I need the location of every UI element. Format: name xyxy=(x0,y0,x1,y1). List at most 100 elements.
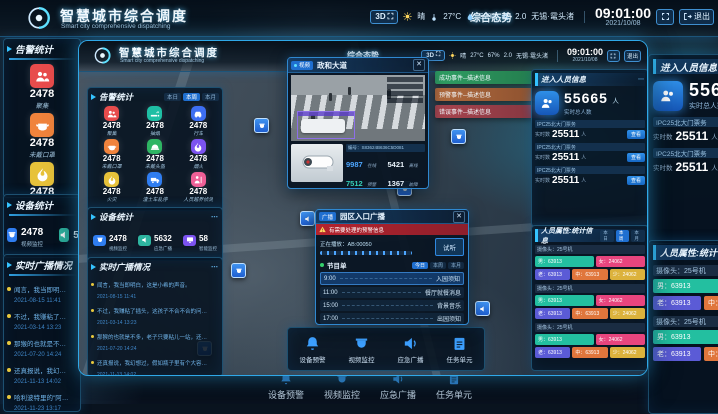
program-row[interactable]: 9:00入园须知 xyxy=(320,272,464,285)
device-alert-tool[interactable]: 设备预警 xyxy=(268,372,304,401)
people-row[interactable]: IPC25北大门票务 实时数25511人 查看 xyxy=(535,166,645,186)
device-stat[interactable]: 5632应急广播 xyxy=(138,228,172,252)
device-stat[interactable]: 58智能监控 xyxy=(183,228,217,252)
device-stat[interactable]: 2478视频监控 xyxy=(93,228,127,252)
alarm-card[interactable]: 2478行车 xyxy=(178,106,219,137)
emergency-broadcast-tool[interactable]: 应急广播 xyxy=(380,372,416,401)
error-toast[interactable]: 错误事件--描述信息› xyxy=(435,105,545,118)
alarm-card[interactable]: 2478人员越界侦测 xyxy=(178,172,219,203)
attr-tag[interactable]: 男：63913 xyxy=(535,295,594,306)
tab-week[interactable]: 本周 xyxy=(430,262,446,269)
tab-month[interactable]: 本月 xyxy=(631,230,645,242)
camera-marker[interactable] xyxy=(231,263,246,278)
view-mode-toggle[interactable]: 3D⛶ xyxy=(370,10,398,24)
broadcast-item[interactable]: 不过，我赚粘了插头，这孩子不合不合的问题？2021-03-14 13:23 xyxy=(7,307,77,331)
broadcast-item[interactable]: 那猴的也就是不多，老子只要粘儿一站，还最2气怎2021-07-20 14:24 xyxy=(7,334,77,358)
tab-month[interactable]: 本月 xyxy=(202,93,219,101)
emergency-broadcast-tool[interactable]: 应急广播 xyxy=(398,335,424,364)
attr-tag[interactable]: 老：63913 xyxy=(653,296,701,310)
tab-today[interactable]: 今日 xyxy=(412,262,428,269)
camera-marker[interactable] xyxy=(451,129,466,144)
alert-banner[interactable]: 有需要处理的预警信息 xyxy=(316,224,468,235)
broadcast-item[interactable]: 闻言，我当即明白，这是小希的声音。2021-08-15 11:41 xyxy=(91,276,219,300)
attr-tag[interactable]: 老：63913 xyxy=(653,347,701,361)
more-icon[interactable]: ⋯ xyxy=(211,263,219,271)
view-button[interactable]: 查看 xyxy=(627,176,645,185)
attr-tag[interactable]: 中：63913 xyxy=(704,347,718,361)
attr-tag[interactable]: 老：63913 xyxy=(535,347,570,358)
listen-button[interactable]: 试听 xyxy=(435,238,464,256)
playback-progress[interactable] xyxy=(320,251,412,255)
program-row[interactable]: 17:00出园须知 xyxy=(320,313,464,324)
alarm-card[interactable]: 2478聚集 xyxy=(91,106,132,137)
close-icon[interactable]: ✕ xyxy=(453,211,465,223)
broadcast-item[interactable]: 闻言，我当即明白，这是小希的声音。2021-08-15 11:41 xyxy=(7,280,77,304)
attr-tag[interactable]: 女：24062 xyxy=(596,295,645,306)
alarm-card[interactable]: 2478烟火 xyxy=(178,139,219,170)
success-toast[interactable]: 成功事件--描述信息› xyxy=(435,71,545,84)
attr-tag[interactable]: 女：24062 xyxy=(596,334,645,345)
program-row[interactable]: 15:00背景音乐 xyxy=(320,300,464,311)
alarm-card[interactable]: 2478 聚集 xyxy=(7,64,77,110)
device-alert-tool[interactable]: 设备预警 xyxy=(300,335,326,364)
broadcast-item[interactable]: 哈利波特里的"阿尼马格斯"一台自己变形机器，型2021-11-23 13:17 xyxy=(7,388,77,412)
view-button[interactable]: 查看 xyxy=(627,130,645,139)
task-unit-tool[interactable]: 任务单元 xyxy=(447,335,473,364)
attr-tag[interactable]: 男：63913 xyxy=(535,334,594,345)
alarm-card[interactable]: 2478未戴头盔 xyxy=(134,139,175,170)
people-row[interactable]: IPC25北大门票务 实时数 25511 人 查看 xyxy=(653,117,718,143)
warning-toast[interactable]: 预警事件--描述信息› xyxy=(435,88,545,101)
fullscreen-button[interactable] xyxy=(656,9,674,25)
alarm-card[interactable]: 2478未戴口罩 xyxy=(91,139,132,170)
alarm-card[interactable]: 2478抽烟 xyxy=(134,106,175,137)
broadcast-item[interactable]: 还真报说，我幻想过，假如瓶子里有个大容量精怪2021-11-13 14:02 xyxy=(91,354,219,376)
view-button[interactable]: 查看 xyxy=(627,153,645,162)
tab-today[interactable]: 本日 xyxy=(600,230,614,242)
broadcast-item[interactable]: 不过，我赚粘了插头，这孩子不合不合的问题？2021-03-14 13:23 xyxy=(91,302,219,326)
alarm-card[interactable]: 2478渣土车乱停 xyxy=(134,172,175,203)
device-stat[interactable]: 2478 视频监控 5632 xyxy=(7,222,77,248)
tab-today[interactable]: 本日 xyxy=(164,93,181,101)
logout-button[interactable]: 退出 xyxy=(679,9,714,25)
attr-tag[interactable]: 少：24062 xyxy=(610,269,645,280)
attr-tag[interactable]: 少：24062 xyxy=(610,347,645,358)
program-row[interactable]: 11:00餐厅就餐消息 xyxy=(320,287,464,298)
broadcast-item[interactable]: 那猴的也就是不多，老子只要粘儿一站，还最2气怎2021-07-20 14:24 xyxy=(91,328,219,352)
tab-week[interactable]: 本周 xyxy=(183,93,200,101)
tab-week[interactable]: 本周 xyxy=(616,230,630,242)
close-icon[interactable]: ✕ xyxy=(413,59,425,71)
more-icon[interactable]: ⋯ xyxy=(211,213,219,221)
people-row[interactable]: IPC25北大门票务 实时数 25511 人 查看 xyxy=(653,148,718,174)
camera-marker[interactable] xyxy=(254,118,269,133)
alarm-card[interactable]: 2478火灾 xyxy=(91,172,132,203)
attr-tag[interactable]: 中：63913 xyxy=(572,347,607,358)
tab-month[interactable]: 本月 xyxy=(448,262,464,269)
attr-tag[interactable]: 中：63913 xyxy=(704,296,718,310)
broadcast-item[interactable]: 还真报说，我幻想过，假如瓶子里有个大容量精怪2021-11-13 14:02 xyxy=(7,361,77,385)
panel-title: 告警统计 本日 本周 本月 xyxy=(91,91,219,103)
inner-alarm-panel: 告警统计 本日 本周 本月 2478聚集 2478抽烟 2478行车 2478未… xyxy=(87,87,223,211)
alarm-card[interactable]: 2478 未戴口罩 xyxy=(7,113,77,159)
video-monitor-tool[interactable]: 视频监控 xyxy=(349,335,375,364)
fullscreen-button[interactable] xyxy=(607,50,620,62)
logout-button[interactable]: 退出 xyxy=(624,50,641,62)
people-row[interactable]: IPC25北大门票务 实时数25511人 查看 xyxy=(535,143,645,163)
attr-tag[interactable]: 少：24062 xyxy=(610,308,645,319)
attr-tag[interactable]: 男：63913 xyxy=(653,279,718,293)
speaker-marker[interactable] xyxy=(475,301,490,316)
video-monitor-tool[interactable]: 视频监控 xyxy=(324,372,360,401)
camera-group-header: 摄像头：25号机 xyxy=(535,284,645,293)
speaker-marker[interactable] xyxy=(300,211,315,226)
video-feed[interactable] xyxy=(291,75,425,141)
attr-tag[interactable]: 男：63913 xyxy=(653,330,718,344)
attr-tag[interactable]: 老：63913 xyxy=(535,308,570,319)
attr-tag[interactable]: 中：63913 xyxy=(572,269,607,280)
more-icon[interactable]: ⋯ xyxy=(638,76,645,83)
attr-tag[interactable]: 中：63913 xyxy=(572,308,607,319)
task-unit-tool[interactable]: 任务单元 xyxy=(436,372,472,401)
attr-tag[interactable]: 女：24062 xyxy=(596,256,645,267)
attr-tag[interactable]: 老：63913 xyxy=(535,269,570,280)
gate-name: IPC25北大门票务 xyxy=(653,148,718,158)
attr-tag[interactable]: 男：63913 xyxy=(535,256,594,267)
people-row[interactable]: IPC25北大门票务 实时数25511人 查看 xyxy=(535,120,645,140)
